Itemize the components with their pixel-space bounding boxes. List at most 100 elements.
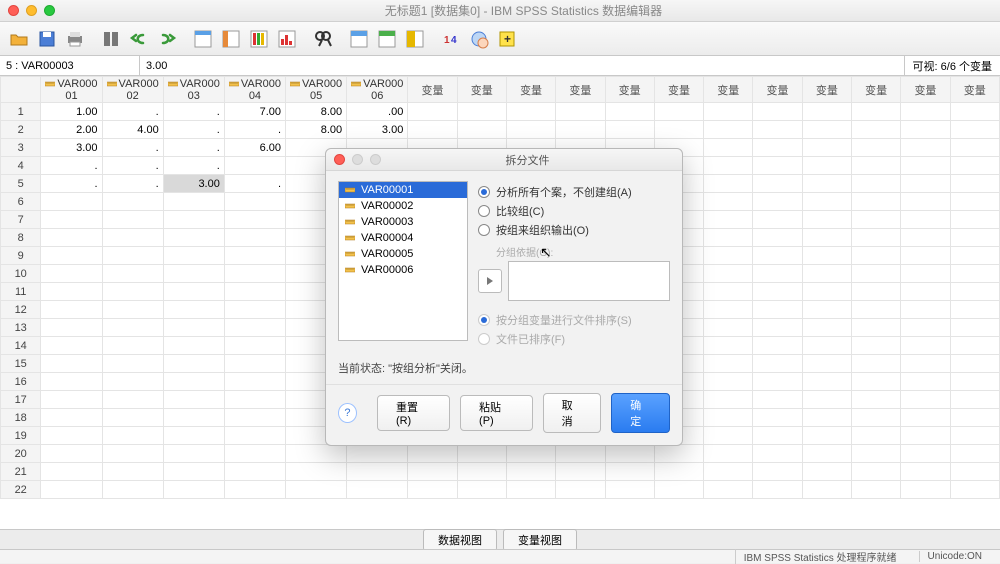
data-cell[interactable] [556,103,605,121]
data-cell[interactable] [41,373,102,391]
data-cell[interactable] [950,139,999,157]
row-header[interactable]: 12 [1,301,41,319]
data-cell[interactable]: 2.00 [41,121,102,139]
data-cell[interactable] [506,463,555,481]
data-cell[interactable] [224,463,285,481]
data-cell[interactable] [347,445,408,463]
data-cell[interactable] [802,265,851,283]
data-cell[interactable] [224,229,285,247]
data-cell[interactable] [41,445,102,463]
row-header[interactable]: 2 [1,121,41,139]
data-cell[interactable] [224,301,285,319]
data-cell[interactable] [852,427,901,445]
data-cell[interactable] [901,229,950,247]
data-cell[interactable] [704,265,753,283]
data-cell[interactable] [506,445,555,463]
data-cell[interactable] [163,373,224,391]
data-cell[interactable] [802,301,851,319]
data-cell[interactable] [163,265,224,283]
data-cell[interactable] [41,391,102,409]
data-cell[interactable] [753,157,802,175]
variable-list[interactable]: VAR00001VAR00002VAR00003VAR00004VAR00005… [338,181,468,341]
data-cell[interactable] [802,481,851,499]
data-cell[interactable] [852,445,901,463]
data-cell[interactable] [704,355,753,373]
data-cell[interactable] [41,211,102,229]
data-cell[interactable] [457,103,506,121]
row-header[interactable]: 1 [1,103,41,121]
row-header[interactable]: 21 [1,463,41,481]
save-button[interactable] [34,26,60,52]
radio-analyze-all[interactable]: 分析所有个案，不创建组(A) [478,184,670,200]
data-cell[interactable] [102,229,163,247]
data-cell[interactable] [753,247,802,265]
data-cell[interactable] [852,229,901,247]
data-cell[interactable] [753,193,802,211]
data-cell[interactable] [802,175,851,193]
empty-column-header[interactable]: 变量 [753,77,802,103]
data-cell[interactable] [704,121,753,139]
data-cell[interactable] [605,103,654,121]
variable-item[interactable]: VAR00004 [339,230,467,246]
data-cell[interactable] [753,391,802,409]
undo-button[interactable] [126,26,152,52]
data-cell[interactable] [950,283,999,301]
data-cell[interactable] [704,463,753,481]
empty-column-header[interactable]: 变量 [605,77,654,103]
data-cell[interactable] [41,247,102,265]
data-cell[interactable]: . [102,175,163,193]
close-window-icon[interactable] [8,5,19,16]
data-cell[interactable] [901,265,950,283]
data-cell[interactable] [102,319,163,337]
data-cell[interactable] [901,481,950,499]
print-button[interactable] [62,26,88,52]
data-cell[interactable] [753,463,802,481]
data-cell[interactable] [224,355,285,373]
data-cell[interactable] [753,301,802,319]
data-cell[interactable] [224,211,285,229]
data-cell[interactable] [102,193,163,211]
data-cell[interactable] [556,445,605,463]
data-cell[interactable] [102,445,163,463]
data-cell[interactable] [901,445,950,463]
data-cell[interactable] [163,391,224,409]
data-cell[interactable] [753,481,802,499]
data-cell[interactable] [102,481,163,499]
data-cell[interactable] [408,481,457,499]
data-cell[interactable] [901,319,950,337]
row-header[interactable]: 17 [1,391,41,409]
data-cell[interactable] [704,319,753,337]
data-cell[interactable] [41,301,102,319]
data-cell[interactable] [102,265,163,283]
data-cell[interactable] [102,409,163,427]
cell-value-field[interactable]: 3.00 [140,60,904,72]
data-cell[interactable] [163,319,224,337]
data-cell[interactable] [802,337,851,355]
variable-item[interactable]: VAR00005 [339,246,467,262]
data-cell[interactable] [753,265,802,283]
data-cell[interactable] [704,301,753,319]
data-cell[interactable]: . [163,121,224,139]
data-cell[interactable]: . [163,157,224,175]
empty-column-header[interactable]: 变量 [457,77,506,103]
data-cell[interactable] [102,211,163,229]
data-cell[interactable] [802,319,851,337]
column-header[interactable]: VAR00003 [163,77,224,103]
empty-column-header[interactable]: 变量 [852,77,901,103]
data-cell[interactable] [102,463,163,481]
data-cell[interactable]: 3.00 [41,139,102,157]
data-cell[interactable] [802,157,851,175]
value-labels-button[interactable]: + [494,26,520,52]
data-cell[interactable] [753,409,802,427]
data-cell[interactable] [347,481,408,499]
data-cell[interactable] [753,427,802,445]
row-header[interactable]: 22 [1,481,41,499]
data-cell[interactable] [704,337,753,355]
data-cell[interactable] [852,175,901,193]
data-cell[interactable] [506,481,555,499]
data-cell[interactable] [506,103,555,121]
row-header[interactable]: 16 [1,373,41,391]
data-cell[interactable]: .00 [347,103,408,121]
column-header[interactable]: VAR00005 [286,77,347,103]
data-cell[interactable] [654,121,703,139]
